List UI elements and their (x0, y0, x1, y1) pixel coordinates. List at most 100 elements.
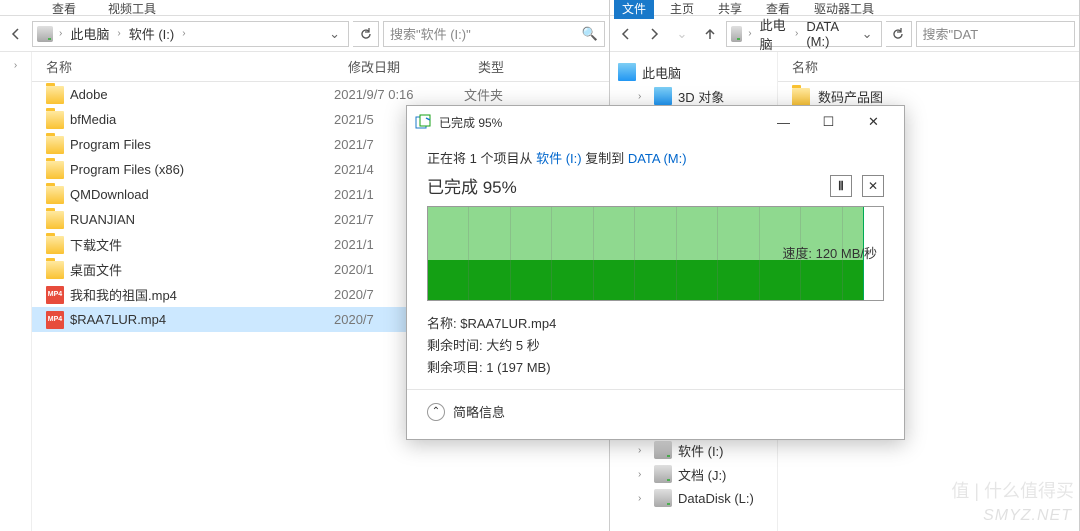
chevron-right-icon: › (638, 91, 648, 102)
close-button[interactable]: ✕ (851, 107, 896, 137)
chevron-right-icon: › (57, 28, 64, 39)
search-placeholder: 搜索"软件 (I:)" (390, 24, 471, 43)
nav-recent-dropdown[interactable]: ⌄ (670, 22, 694, 46)
tree-label: 文档 (J:) (678, 465, 726, 484)
mp4-icon: MP4 (46, 286, 64, 304)
folder-icon (46, 161, 64, 179)
search-placeholder: 搜索"DAT (923, 24, 979, 43)
3d-icon (654, 87, 672, 105)
refresh-button[interactable] (353, 21, 379, 47)
file-name: bfMedia (70, 112, 334, 127)
speed-label: 速度: 120 MB/秒 (782, 243, 877, 262)
file-name: $RAA7LUR.mp4 (70, 312, 334, 327)
tree-node[interactable]: › 软件 (I:) (610, 438, 777, 462)
detail-filename: $RAA7LUR.mp4 (460, 316, 556, 331)
ribbon-tab-videotools[interactable]: 视频工具 (100, 0, 164, 19)
progress-status: 已完成 95% (427, 173, 517, 198)
tree-label: 3D 对象 (678, 87, 724, 106)
chevron-right-icon: › (14, 60, 17, 71)
file-row[interactable]: Adobe 2021/9/7 0:16 文件夹 (32, 82, 609, 107)
ribbon-tab-view[interactable]: 查看 (758, 0, 798, 19)
chevron-right-icon: › (638, 445, 648, 456)
minimize-button[interactable]: — (761, 107, 806, 137)
column-headers: 名称 修改日期 类型 (32, 52, 609, 82)
nav-back-button[interactable] (614, 22, 638, 46)
drive-icon (654, 489, 672, 507)
breadcrumb[interactable]: › 此电脑 › 软件 (I:) › ⌄ (32, 21, 349, 47)
copy-icon (415, 114, 431, 130)
nav-forward-button[interactable] (642, 22, 666, 46)
folder-icon (792, 88, 810, 106)
file-type: 文件夹 (464, 85, 609, 104)
breadcrumb-dropdown[interactable]: ⌄ (325, 26, 344, 42)
breadcrumb-pc[interactable]: 此电脑 (68, 24, 111, 43)
folder-icon (46, 86, 64, 104)
tree-label: 此电脑 (642, 63, 681, 82)
header-name[interactable]: 名称 (792, 57, 818, 76)
copy-dialog: 已完成 95% — ☐ ✕ 正在将 1 个项目从 软件 (I:) 复制到 DAT… (406, 105, 905, 440)
folder-icon (46, 236, 64, 254)
file-name: RUANJIAN (70, 212, 334, 227)
ribbon-tab-file[interactable]: 文件 (614, 0, 654, 19)
breadcrumb[interactable]: › 此电脑 › DATA (M:) ⌄ (726, 21, 882, 47)
chevron-right-icon: › (793, 28, 800, 39)
pause-button[interactable]: Ⅱ (830, 175, 852, 197)
tree-label: DataDisk (L:) (678, 491, 754, 506)
fewer-details-toggle[interactable]: ⌃ 简略信息 (427, 390, 884, 435)
detail-remaining-items: 1 (197 MB) (486, 360, 550, 375)
drive-icon (731, 26, 742, 42)
speed-graph: 速度: 120 MB/秒 (427, 206, 884, 301)
tree-node[interactable]: › DataDisk (L:) (610, 486, 777, 510)
nav-back-button[interactable] (4, 22, 28, 46)
tree-label: 软件 (I:) (678, 441, 724, 460)
search-input[interactable]: 搜索"软件 (I:)" 🔍 (383, 21, 605, 47)
drive-icon (654, 465, 672, 483)
chevron-right-icon: › (180, 28, 187, 39)
breadcrumb-drive[interactable]: 软件 (I:) (127, 24, 177, 43)
tree-node[interactable]: › 文档 (J:) (610, 462, 777, 486)
file-name: 数码产品图 (818, 87, 883, 106)
tree-node-pc[interactable]: 此电脑 (610, 60, 777, 84)
cancel-button[interactable]: ✕ (862, 175, 884, 197)
header-name[interactable]: 名称 (32, 57, 334, 76)
file-name: Program Files (70, 137, 334, 152)
ribbon-tab-home[interactable]: 主页 (662, 0, 702, 19)
nav-up-button[interactable] (698, 22, 722, 46)
copy-description: 正在将 1 个项目从 软件 (I:) 复制到 DATA (M:) (427, 148, 884, 167)
dialog-title: 已完成 95% (439, 114, 761, 131)
chevron-right-icon: › (746, 28, 753, 39)
copy-details: 名称: $RAA7LUR.mp4 剩余时间: 大约 5 秒 剩余项目: 1 (1… (427, 313, 884, 379)
copy-dest-link[interactable]: DATA (M:) (628, 151, 687, 166)
chevron-right-icon: › (115, 28, 122, 39)
ribbon-tab-share[interactable]: 共享 (710, 0, 750, 19)
ribbon-right: 文件 主页 共享 查看 驱动器工具 (610, 0, 1079, 16)
breadcrumb-pc[interactable]: 此电脑 (758, 15, 789, 53)
nav-pane-collapsed[interactable]: › (0, 52, 32, 531)
folder-icon (46, 186, 64, 204)
ribbon-tab-view[interactable]: 查看 (44, 0, 84, 19)
header-type[interactable]: 类型 (464, 57, 609, 76)
chevron-right-icon: › (638, 493, 648, 504)
breadcrumb-dropdown[interactable]: ⌄ (858, 26, 877, 42)
column-headers: 名称 (778, 52, 1079, 82)
ribbon-tab-drivetools[interactable]: 驱动器工具 (806, 0, 882, 19)
search-icon: 🔍 (582, 26, 598, 42)
chevron-up-icon: ⌃ (427, 403, 445, 421)
ribbon-left: 查看 视频工具 (0, 0, 609, 16)
search-input[interactable]: 搜索"DAT (916, 21, 1076, 47)
maximize-button[interactable]: ☐ (806, 107, 851, 137)
header-date[interactable]: 修改日期 (334, 57, 464, 76)
drive-icon (37, 26, 53, 42)
mp4-icon: MP4 (46, 311, 64, 329)
copy-source-link[interactable]: 软件 (I:) (536, 151, 582, 166)
file-name: 桌面文件 (70, 260, 334, 279)
file-name: 我和我的祖国.mp4 (70, 285, 334, 304)
folder-icon (46, 261, 64, 279)
refresh-button[interactable] (886, 21, 912, 47)
file-name: QMDownload (70, 187, 334, 202)
titlebar[interactable]: 已完成 95% — ☐ ✕ (407, 106, 904, 138)
folder-icon (46, 211, 64, 229)
breadcrumb-drive[interactable]: DATA (M:) (804, 19, 849, 49)
folder-icon (46, 136, 64, 154)
pc-icon (618, 63, 636, 81)
